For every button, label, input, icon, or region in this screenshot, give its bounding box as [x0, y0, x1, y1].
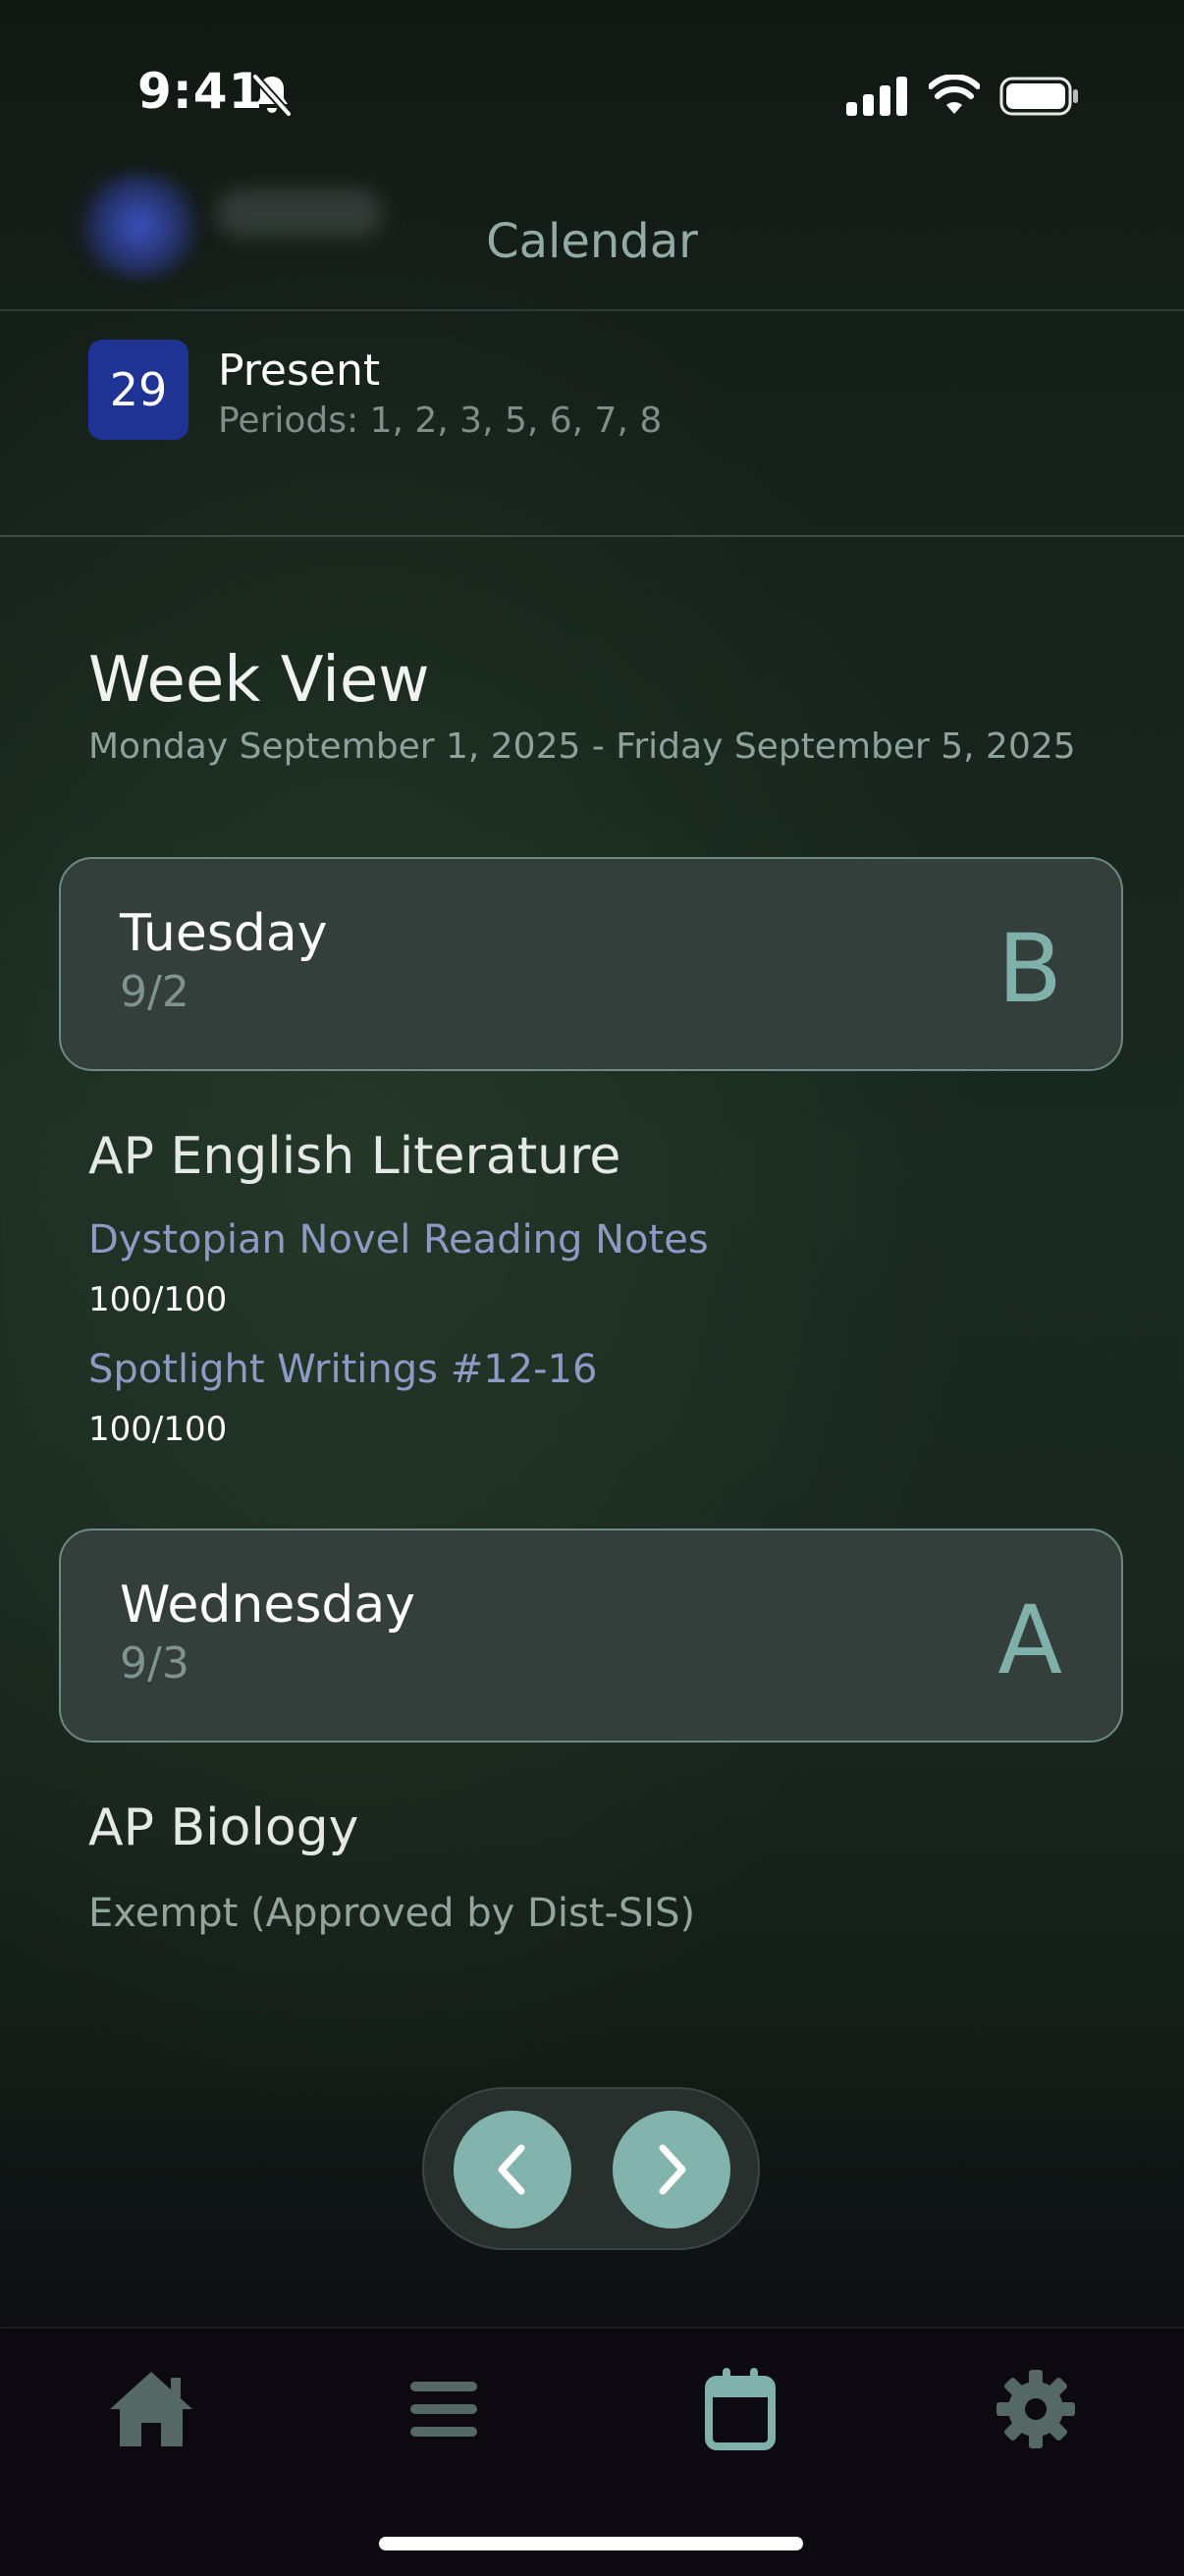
attendance-date-badge: 29 [88, 340, 188, 440]
day-date: 9/3 [120, 1638, 189, 1689]
week-view-title: Week View [88, 644, 430, 717]
assignment-score: 100/100 [88, 1280, 228, 1319]
page-title: Calendar [486, 214, 698, 269]
assignment-link[interactable]: Dystopian Novel Reading Notes [88, 1217, 709, 1262]
calendar-icon[interactable] [691, 2360, 789, 2458]
assignment-score: 100/100 [88, 1410, 228, 1449]
day-date: 9/2 [120, 967, 189, 1017]
day-rotation-letter: A [997, 1585, 1062, 1695]
section-divider [0, 535, 1184, 537]
attendance-status: Present [218, 346, 381, 396]
wifi-icon [929, 75, 980, 114]
menu-icon[interactable] [395, 2360, 493, 2458]
course-title: AP English Literature [88, 1127, 621, 1186]
week-range: Monday September 1, 2025 - Friday Septem… [88, 726, 1076, 767]
chevron-right-icon [659, 2144, 686, 2195]
day-name: Tuesday [120, 904, 328, 963]
cellular-signal-icon [846, 77, 907, 116]
day-card-wednesday[interactable]: Wednesday 9/3 A [59, 1529, 1123, 1743]
home-icon[interactable] [102, 2360, 200, 2458]
battery-icon [999, 77, 1078, 116]
attendance-day-number: 29 [109, 363, 168, 416]
course-title: AP Biology [88, 1798, 359, 1857]
gear-icon[interactable] [987, 2360, 1085, 2458]
status-time: 9:41 [137, 63, 264, 120]
exempt-note: Exempt (Approved by Dist-SIS) [88, 1891, 696, 1936]
day-card-tuesday[interactable]: Tuesday 9/2 B [59, 857, 1123, 1071]
day-rotation-letter: B [997, 914, 1062, 1024]
home-indicator [379, 2537, 803, 2550]
day-name: Wednesday [120, 1576, 416, 1635]
header-divider [0, 309, 1184, 311]
bell-muted-icon [252, 74, 292, 117]
assignment-link[interactable]: Spotlight Writings #12-16 [88, 1347, 597, 1392]
next-week-button[interactable] [613, 2111, 730, 2228]
chevron-left-icon [498, 2144, 525, 2195]
previous-week-button[interactable] [454, 2111, 571, 2228]
attendance-periods: Periods: 1, 2, 3, 5, 6, 7, 8 [218, 401, 663, 441]
